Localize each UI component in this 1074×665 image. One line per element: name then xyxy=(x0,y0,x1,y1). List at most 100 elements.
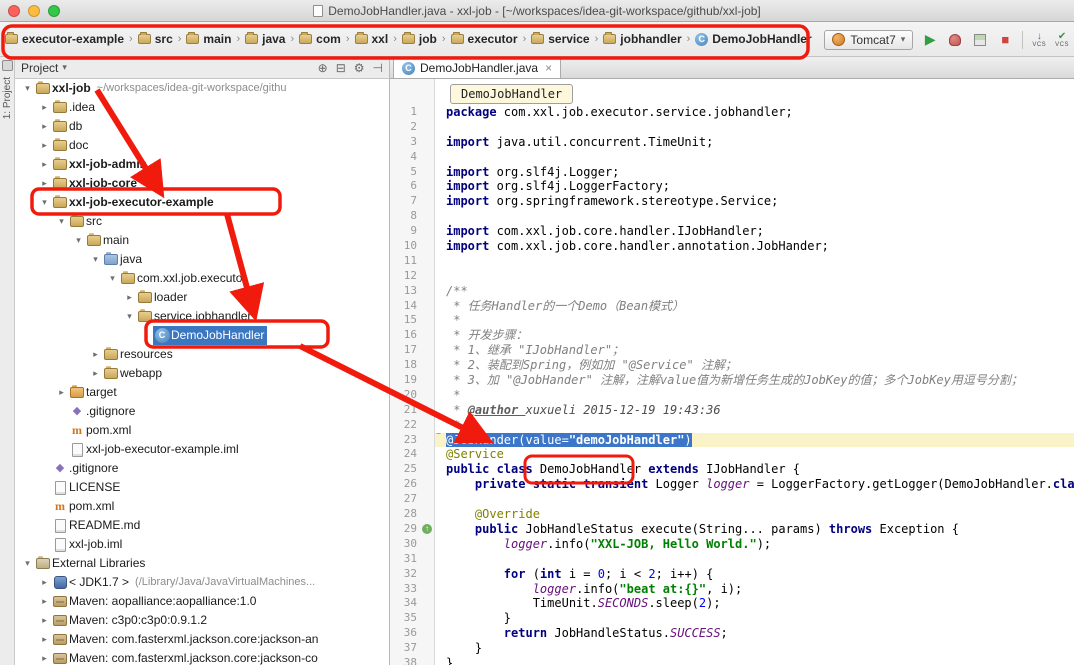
code-line-32[interactable]: 32 for (int i = 0; i < 2; i++) { xyxy=(390,567,1074,582)
line-number[interactable]: 38 xyxy=(390,656,421,665)
locate-icon[interactable]: ⊕ xyxy=(318,61,328,75)
tree-expand-arrow[interactable]: ▸ xyxy=(38,174,51,193)
code-text[interactable]: import java.util.concurrent.TimeUnit; xyxy=(435,135,1074,150)
line-number[interactable]: 27 xyxy=(390,492,421,507)
override-method-icon[interactable]: ↑ xyxy=(422,524,432,534)
tree-item-service-jobhandler[interactable]: ▾service.jobhandler xyxy=(15,307,389,326)
gutter-marker-zone[interactable] xyxy=(421,299,435,314)
code-text[interactable]: * @author xuxueli 2015-12-19 19:43:36 xyxy=(435,403,1074,418)
breadcrumb-item-job[interactable]: job xyxy=(399,30,440,48)
line-number[interactable]: 3 xyxy=(390,135,421,150)
line-number[interactable]: 17 xyxy=(390,343,421,358)
line-number[interactable]: 2 xyxy=(390,120,421,135)
code-text[interactable]: public JobHandleStatus execute(String...… xyxy=(435,522,1074,537)
tree-item-demojobhandler[interactable]: CDemoJobHandler xyxy=(15,326,389,345)
code-line-4[interactable]: 4 xyxy=(390,150,1074,165)
code-line-37[interactable]: 37 } xyxy=(390,641,1074,656)
gutter-marker-zone[interactable] xyxy=(421,269,435,284)
code-line-8[interactable]: 8 xyxy=(390,209,1074,224)
tree-item-db[interactable]: ▸db xyxy=(15,117,389,136)
tree-item-maven-aopalliance-aopalliance-1-0[interactable]: ▸Maven: aopalliance:aopalliance:1.0 xyxy=(15,592,389,611)
code-text[interactable]: /** xyxy=(435,284,1074,299)
code-text[interactable] xyxy=(435,120,1074,135)
gutter-marker-zone[interactable] xyxy=(421,135,435,150)
line-number[interactable]: 37 xyxy=(390,641,421,656)
code-line-23[interactable]: 23@JobHander(value="demoJobHandler") xyxy=(390,433,1074,448)
code-line-3[interactable]: 3 import java.util.concurrent.TimeUnit; xyxy=(390,135,1074,150)
gutter-marker-zone[interactable] xyxy=(421,313,435,328)
tree-item-doc[interactable]: ▸doc xyxy=(15,136,389,155)
breadcrumb-item-executor[interactable]: executor xyxy=(448,30,521,48)
run-button[interactable]: ▶ xyxy=(922,32,938,48)
tree-expand-arrow[interactable]: ▸ xyxy=(38,611,51,630)
code-line-10[interactable]: 10import com.xxl.job.core.handler.annota… xyxy=(390,239,1074,254)
tree-item-xxl-job-core[interactable]: ▸xxl-job-core xyxy=(15,174,389,193)
tree-expand-arrow[interactable]: ▸ xyxy=(38,649,51,665)
gutter-marker-zone[interactable] xyxy=(421,507,435,522)
line-number[interactable]: 14 xyxy=(390,299,421,314)
line-number[interactable]: 7 xyxy=(390,194,421,209)
code-line-30[interactable]: 30 logger.info("XXL-JOB, Hello World."); xyxy=(390,537,1074,552)
line-number[interactable]: 24 xyxy=(390,447,421,462)
code-text[interactable]: import org.slf4j.Logger; xyxy=(435,165,1074,180)
code-text[interactable] xyxy=(435,254,1074,269)
code-line-2[interactable]: 2 xyxy=(390,120,1074,135)
code-text[interactable] xyxy=(435,209,1074,224)
gutter-marker-zone[interactable] xyxy=(421,418,435,433)
vcs-update-icon[interactable]: ↓ VCS xyxy=(1032,32,1046,48)
tree-item-xxl-job-iml[interactable]: xxl-job.iml xyxy=(15,535,389,554)
tree-expand-arrow[interactable]: ▸ xyxy=(55,383,68,402)
line-number[interactable]: 22 xyxy=(390,418,421,433)
code-line-34[interactable]: 34 TimeUnit.SECONDS.sleep(2); xyxy=(390,596,1074,611)
tree-item-maven-com-fasterxml-jackson-core-jackson-an[interactable]: ▸Maven: com.fasterxml.jackson.core:jacks… xyxy=(15,630,389,649)
intention-bulb-icon[interactable] xyxy=(435,433,443,434)
gutter-marker-zone[interactable] xyxy=(421,567,435,582)
tree-item-pom-xml[interactable]: mpom.xml xyxy=(15,421,389,440)
code-line-36[interactable]: 36 return JobHandleStatus.SUCCESS; xyxy=(390,626,1074,641)
code-text[interactable] xyxy=(435,150,1074,165)
gutter-marker-zone[interactable] xyxy=(421,552,435,567)
line-number[interactable]: 34 xyxy=(390,596,421,611)
code-text[interactable]: TimeUnit.SECONDS.sleep(2); xyxy=(435,596,1074,611)
project-tool-window-icon[interactable] xyxy=(2,60,13,71)
tree-expand-arrow[interactable]: ▾ xyxy=(21,79,34,98)
code-text[interactable]: @JobHander(value="demoJobHandler") xyxy=(435,433,1074,448)
code-text[interactable] xyxy=(435,269,1074,284)
code-line-6[interactable]: 6import org.slf4j.LoggerFactory; xyxy=(390,179,1074,194)
gutter-marker-zone[interactable] xyxy=(421,388,435,403)
tree-item-jdk1-7[interactable]: ▸< JDK1.7 >(/Library/Java/JavaVirtualMac… xyxy=(15,573,389,592)
code-text[interactable]: * 1、继承 "IJobHandler"； xyxy=(435,343,1074,358)
code-text[interactable]: public class DemoJobHandler extends IJob… xyxy=(435,462,1074,477)
tree-expand-arrow[interactable]: ▸ xyxy=(38,630,51,649)
line-number[interactable]: 11 xyxy=(390,254,421,269)
close-tab-icon[interactable]: × xyxy=(545,61,552,75)
code-text[interactable]: } xyxy=(435,656,1074,665)
line-number[interactable]: 15 xyxy=(390,313,421,328)
close-window-button[interactable] xyxy=(8,5,20,17)
code-text[interactable] xyxy=(435,492,1074,507)
tree-expand-arrow[interactable]: ▾ xyxy=(89,250,102,269)
tree-item-xxl-job-admin[interactable]: ▸xxl-job-admin xyxy=(15,155,389,174)
code-text[interactable]: * xyxy=(435,388,1074,403)
code-line-1[interactable]: 1package com.xxl.job.executor.service.jo… xyxy=(390,105,1074,120)
gutter-marker-zone[interactable] xyxy=(421,209,435,224)
tree-item-readme-md[interactable]: README.md xyxy=(15,516,389,535)
line-number[interactable]: 8 xyxy=(390,209,421,224)
gutter-marker-zone[interactable] xyxy=(421,239,435,254)
tree-item-xxl-job[interactable]: ▾xxl-job~/workspaces/idea-git-workspace/… xyxy=(15,79,389,98)
code-line-18[interactable]: 18 * 2、装配到Spring，例如加 "@Service" 注解； xyxy=(390,358,1074,373)
line-number[interactable]: 25 xyxy=(390,462,421,477)
code-line-11[interactable]: 11 xyxy=(390,254,1074,269)
tree-expand-arrow[interactable]: ▸ xyxy=(89,364,102,383)
code-line-5[interactable]: 5import org.slf4j.Logger; xyxy=(390,165,1074,180)
line-number[interactable]: 29 xyxy=(390,522,421,537)
hide-panel-icon[interactable]: ⊣ xyxy=(373,61,383,75)
code-line-33[interactable]: 33 logger.info("beat at:{}", i); xyxy=(390,582,1074,597)
code-text[interactable]: * 3、加 "@JobHander" 注解，注解value值为新增任务生成的Jo… xyxy=(435,373,1074,388)
line-number[interactable]: 9 xyxy=(390,224,421,239)
code-text[interactable]: } xyxy=(435,641,1074,656)
minimize-window-button[interactable] xyxy=(28,5,40,17)
tree-expand-arrow[interactable]: ▸ xyxy=(38,98,51,117)
tree-item-target[interactable]: ▸target xyxy=(15,383,389,402)
tree-expand-arrow[interactable]: ▾ xyxy=(21,554,34,573)
